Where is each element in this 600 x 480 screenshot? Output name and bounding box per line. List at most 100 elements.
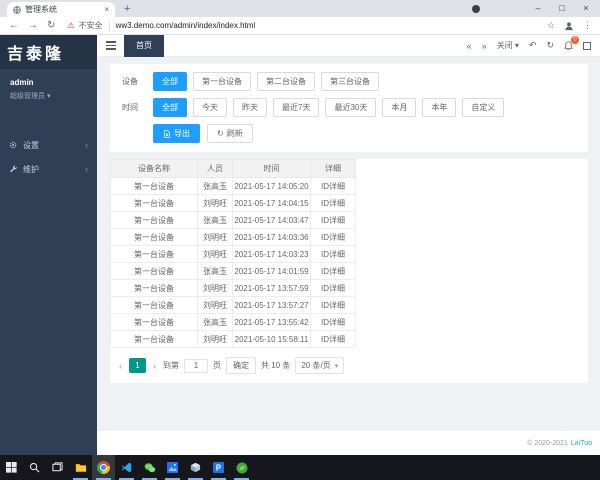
current-page-button[interactable]: 1 bbox=[129, 358, 146, 373]
user-role-dropdown[interactable]: 超级管理员 ▾ bbox=[10, 91, 87, 101]
sidebar-item-settings[interactable]: 设置 ‹ bbox=[0, 133, 97, 157]
device-filter-option-1[interactable]: 第一台设备 bbox=[193, 72, 251, 91]
sidebar-item-maintenance[interactable]: 维护 ‹ bbox=[0, 157, 97, 181]
detail-link[interactable]: ID详细 bbox=[310, 177, 356, 195]
window-minimize-button[interactable]: – bbox=[526, 0, 550, 17]
scroll-tabs-right-icon[interactable]: » bbox=[482, 41, 487, 51]
back-icon[interactable]: ← bbox=[9, 20, 19, 31]
refresh-button[interactable]: ↻ 刷新 bbox=[207, 124, 253, 143]
detail-link[interactable]: ID详细 bbox=[310, 194, 356, 212]
time-filter-option-0[interactable]: 全部 bbox=[153, 98, 187, 117]
time-filter-option-2[interactable]: 昨天 bbox=[233, 98, 267, 117]
vscode-button[interactable] bbox=[115, 455, 138, 480]
page-size-select[interactable]: 20 条/页 ▾ bbox=[295, 357, 345, 374]
tab-close-icon[interactable]: × bbox=[104, 5, 109, 14]
table-row: 第一台设备 刘明旺 2021-05-17 14:04:15 ID详细 bbox=[110, 194, 356, 212]
person-cell: 刘明旺 bbox=[197, 330, 233, 348]
pagination: ‹ 1 › 到第 页 确定 共 10 条 20 条/页 ▾ bbox=[117, 357, 588, 374]
browser-menu-icon[interactable]: ⋮ bbox=[583, 20, 592, 31]
records-table: 设备名称 人员 时间 详细 第一台设备 张高玉 2021-05-17 14:05:2… bbox=[110, 159, 356, 348]
photos-icon bbox=[167, 462, 178, 473]
fullscreen-icon[interactable] bbox=[583, 41, 591, 50]
sidebar: 吉泰隆 admin 超级管理员 ▾ 设置 ‹ 维护 ‹ bbox=[0, 35, 97, 455]
address-divider bbox=[108, 20, 110, 31]
browser-tab-title: 管理系统 bbox=[25, 5, 57, 14]
page-jump-input[interactable] bbox=[184, 358, 208, 373]
not-secure-warning-icon: ⚠ bbox=[67, 21, 75, 30]
detail-link[interactable]: ID详细 bbox=[310, 330, 356, 348]
photos-button[interactable] bbox=[161, 455, 184, 480]
bookmark-star-icon[interactable]: ☆ bbox=[547, 20, 555, 31]
time-filter-option-6[interactable]: 本年 bbox=[422, 98, 457, 117]
time-cell: 2021-05-17 13:57:27 bbox=[232, 296, 311, 314]
time-filter-option-7[interactable]: 自定义 bbox=[462, 98, 505, 117]
new-tab-button[interactable]: + bbox=[124, 3, 130, 15]
chrome-button[interactable] bbox=[92, 455, 115, 480]
notification-bell-icon[interactable]: 0 bbox=[564, 36, 579, 50]
total-count-label: 共 10 条 bbox=[261, 361, 291, 370]
detail-link[interactable]: ID详细 bbox=[310, 313, 356, 331]
start-button[interactable] bbox=[0, 455, 23, 480]
gear-icon bbox=[9, 141, 17, 149]
close-tabs-dropdown[interactable]: 关闭 ▾ bbox=[497, 40, 519, 51]
device-filter-option-2[interactable]: 第二台设备 bbox=[257, 72, 315, 91]
time-filter-option-3[interactable]: 最近7天 bbox=[273, 98, 320, 117]
device-filter-option-0[interactable]: 全部 bbox=[153, 72, 187, 91]
table-row: 第一台设备 张高玉 2021-05-17 14:05:20 ID详细 bbox=[110, 177, 356, 195]
p-app-button[interactable]: P bbox=[207, 455, 230, 480]
reload-icon[interactable]: ↻ bbox=[47, 20, 55, 31]
wechat-button[interactable] bbox=[138, 455, 161, 480]
windows-logo-icon bbox=[6, 462, 17, 473]
sidebar-item-label: 设置 bbox=[23, 140, 39, 150]
forward-icon[interactable]: → bbox=[28, 20, 38, 31]
device-filter-option-3[interactable]: 第三台设备 bbox=[321, 72, 379, 91]
window-close-button[interactable]: × bbox=[574, 0, 598, 17]
col-time: 时间 bbox=[232, 159, 311, 178]
browser-tab[interactable]: 管理系统 × bbox=[7, 2, 115, 17]
time-cell: 2021-05-17 14:01:59 bbox=[232, 262, 311, 280]
app-header: 首页 « » 关闭 ▾ ↶ ↻ 0 bbox=[97, 34, 600, 57]
scroll-tabs-left-icon[interactable]: « bbox=[467, 41, 472, 51]
task-view-button[interactable] bbox=[46, 455, 69, 480]
file-explorer-button[interactable] bbox=[69, 455, 92, 480]
browser-profile-dot-icon[interactable] bbox=[472, 5, 480, 13]
detail-link[interactable]: ID详细 bbox=[310, 228, 356, 246]
detail-link[interactable]: ID详细 bbox=[310, 211, 356, 229]
window-controls: – □ × bbox=[526, 0, 598, 17]
undo-icon[interactable]: ↶ bbox=[529, 40, 537, 51]
taskbar-search-button[interactable] bbox=[23, 455, 46, 480]
tab-home[interactable]: 首页 bbox=[124, 34, 164, 57]
profile-icon[interactable] bbox=[564, 21, 574, 31]
chevron-down-icon: ▾ bbox=[334, 362, 339, 370]
folder-icon bbox=[75, 464, 86, 472]
green-app-button[interactable] bbox=[230, 455, 253, 480]
3d-viewer-button[interactable] bbox=[184, 455, 207, 480]
time-filter-option-1[interactable]: 今天 bbox=[193, 98, 227, 117]
chrome-icon bbox=[97, 461, 110, 474]
hamburger-menu-icon[interactable] bbox=[106, 41, 116, 50]
refresh-icon[interactable]: ↻ bbox=[546, 40, 554, 51]
export-button[interactable]: 导出 bbox=[153, 124, 200, 143]
device-filter-group: 全部 第一台设备 第二台设备 第三台设备 bbox=[153, 72, 379, 91]
wechat-icon bbox=[144, 462, 155, 472]
detail-link[interactable]: ID详细 bbox=[310, 279, 356, 297]
person-cell: 张高玉 bbox=[197, 177, 233, 195]
detail-link[interactable]: ID详细 bbox=[310, 262, 356, 280]
brand-link[interactable]: LaiTuo bbox=[571, 440, 592, 447]
window-maximize-button[interactable]: □ bbox=[550, 0, 574, 17]
page-footer: © 2020-2021 LaiTuo bbox=[97, 431, 600, 455]
table-row: 第一台设备 刘明旺 2021-05-10 15:58:11 ID详细 bbox=[110, 330, 356, 348]
user-panel[interactable]: admin 超级管理员 ▾ bbox=[0, 69, 97, 103]
time-filter-option-4[interactable]: 最近30天 bbox=[325, 98, 377, 117]
detail-link[interactable]: ID详细 bbox=[310, 296, 356, 314]
table-row: 第一台设备 刘明旺 2021-05-17 13:57:59 ID详细 bbox=[110, 279, 356, 297]
prev-page-icon[interactable]: ‹ bbox=[117, 361, 124, 371]
confirm-page-button[interactable]: 确定 bbox=[226, 357, 256, 374]
table-row: 第一台设备 张高玉 2021-05-17 13:55:42 ID详细 bbox=[110, 313, 356, 331]
next-page-icon[interactable]: › bbox=[151, 361, 158, 371]
address-bar[interactable]: ⚠ 不安全 ww3.demo.com/admin/index/index.htm… bbox=[67, 20, 547, 31]
task-view-icon bbox=[52, 462, 63, 472]
time-filter-option-5[interactable]: 本月 bbox=[382, 98, 417, 117]
detail-link[interactable]: ID详细 bbox=[310, 245, 356, 263]
time-cell: 2021-05-17 14:03:23 bbox=[232, 245, 311, 263]
